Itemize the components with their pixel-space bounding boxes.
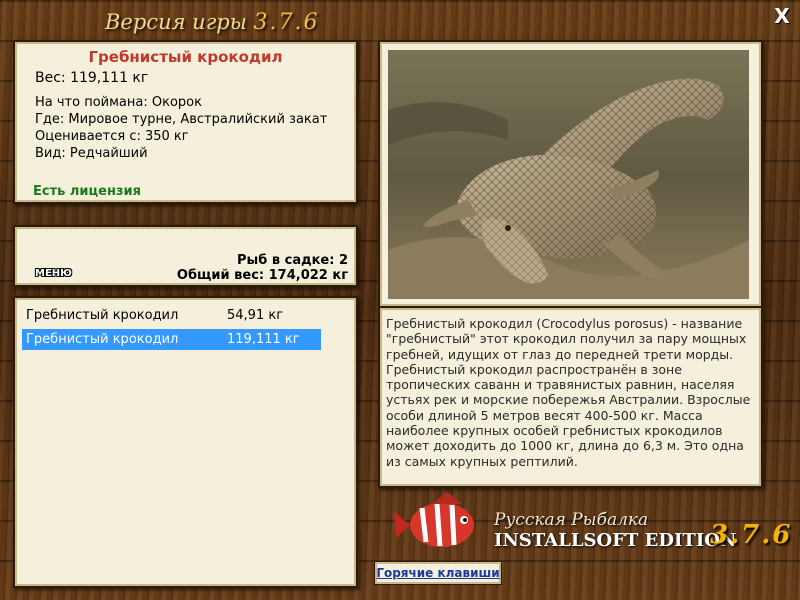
window-title: Версия игры 3.7.6 bbox=[105, 10, 320, 35]
catch-info-panel: Гребнистый крокодил Вес: 119,111 кг На ч… bbox=[13, 40, 358, 204]
cage-fish-count: Рыб в садке: 2 bbox=[236, 253, 348, 268]
list-item-weight: 54,91 кг bbox=[227, 308, 284, 323]
logo-title: Русская Рыбалка bbox=[494, 510, 649, 530]
license-status: Есть лицензия bbox=[33, 184, 141, 199]
menu-button[interactable]: МЕНЮ bbox=[35, 268, 72, 279]
fish-weight: Вес: 119,111 кг bbox=[35, 70, 149, 86]
list-item-name: Гребнистый крокодил bbox=[26, 332, 179, 347]
list-item-name: Гребнистый крокодил bbox=[26, 308, 179, 323]
list-item-weight: 119,111 кг bbox=[227, 332, 300, 347]
close-icon[interactable]: X bbox=[770, 4, 794, 28]
caught-with: На что поймана: Окорок bbox=[35, 95, 202, 110]
rarity: Вид: Редчайший bbox=[35, 146, 148, 161]
description-panel: Гребнистый крокодил (Crocodylus porosus)… bbox=[378, 308, 763, 488]
logo-version: 3.7.6 bbox=[710, 520, 793, 550]
fish-description: Гребнистый крокодил (Crocodylus porosus)… bbox=[386, 316, 751, 469]
hotkeys-button[interactable]: Горячие клавиши bbox=[374, 561, 502, 585]
window-title-text: Версия игры bbox=[105, 10, 247, 34]
cage-summary-panel: МЕНЮ Рыб в садке: 2 Общий вес: 174,022 к… bbox=[13, 225, 358, 287]
window-version: 3.7.6 bbox=[253, 10, 320, 35]
list-item[interactable]: Гребнистый крокодил 54,91 кг bbox=[22, 305, 321, 326]
logo-edition: INSTALLSOFT EDITION bbox=[494, 530, 737, 551]
list-item-selected[interactable]: Гребнистый крокодил 119,111 кг bbox=[22, 329, 321, 350]
fish-name: Гребнистый крокодил bbox=[88, 48, 283, 66]
cage-total-weight: Общий вес: 174,022 кг bbox=[176, 268, 348, 283]
crocodile-photo bbox=[388, 50, 749, 299]
fish-list: Гребнистый крокодил 54,91 кг Гребнистый … bbox=[13, 296, 358, 588]
red-striped-fish-icon bbox=[394, 492, 474, 547]
valued-from: Оценивается с: 350 кг bbox=[35, 129, 189, 144]
photo-panel bbox=[378, 40, 763, 308]
catch-location: Где: Мировое турне, Австралийский закат bbox=[35, 112, 328, 127]
